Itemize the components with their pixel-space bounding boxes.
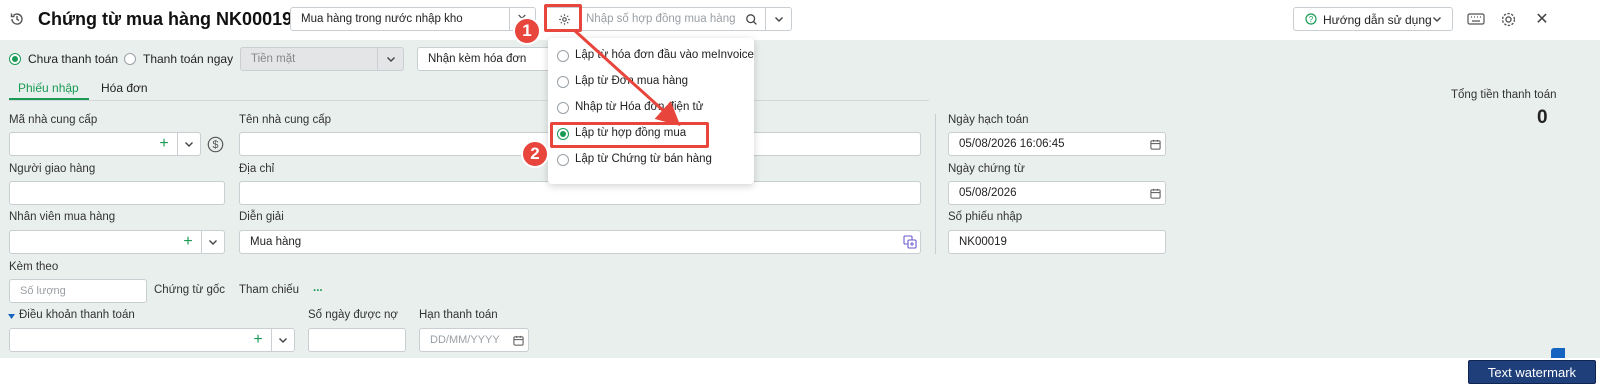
annotation-arrow: [572, 28, 681, 127]
step-2-badge: 2: [521, 140, 549, 168]
step-1-badge: 1: [513, 17, 541, 45]
